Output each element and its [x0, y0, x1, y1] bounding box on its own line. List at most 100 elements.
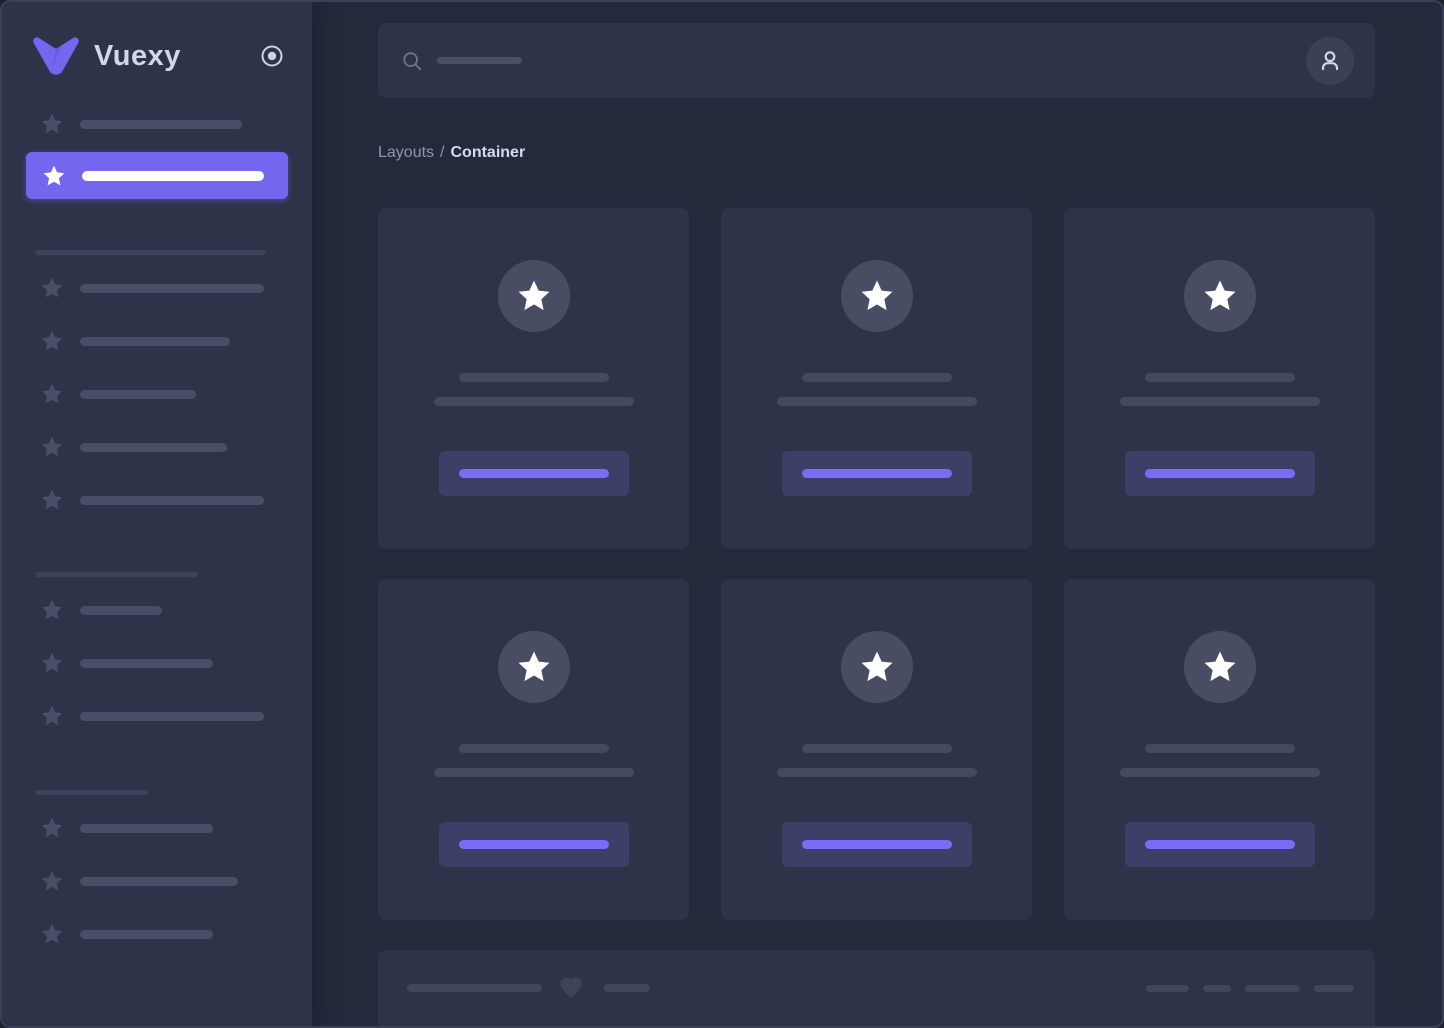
app-window: Vuexy Layouts / Container: [0, 0, 1444, 1028]
card-text-bar: [433, 397, 634, 406]
sidebar-item[interactable]: [40, 869, 288, 893]
star-icon: [40, 488, 64, 512]
card-button[interactable]: [438, 451, 629, 496]
card-text-bar: [1144, 744, 1295, 753]
card: [378, 579, 689, 920]
card-avatar: [1183, 260, 1256, 332]
sidebar-item-active[interactable]: [26, 152, 288, 199]
record-circle-icon[interactable]: [260, 44, 284, 68]
card-button-bar: [801, 840, 952, 849]
card-button[interactable]: [1124, 451, 1315, 496]
sidebar-item[interactable]: [40, 276, 288, 300]
sidebar-item-bar: [80, 929, 213, 939]
main-content: Layouts / Container: [312, 2, 1442, 1026]
sidebar-item[interactable]: [40, 382, 288, 406]
sidebar-item[interactable]: [40, 329, 288, 353]
card-text-bar: [1144, 373, 1295, 382]
star-icon: [40, 435, 64, 459]
footer-text-bar: [1245, 984, 1300, 992]
footer-card: [378, 950, 1375, 1026]
card-button[interactable]: [781, 822, 972, 867]
sidebar-item[interactable]: [40, 651, 288, 675]
sidebar-item[interactable]: [40, 598, 288, 622]
footer-text-bar: [407, 984, 542, 992]
sidebar-nav: [2, 76, 312, 946]
sidebar-section-label-bar: [35, 790, 148, 795]
footer-text-bar: [604, 984, 650, 992]
card-button-bar: [458, 469, 609, 478]
card-button-bar: [1144, 840, 1295, 849]
sidebar-item-bar: [80, 495, 264, 505]
search-placeholder-bar: [437, 57, 522, 64]
star-icon: [40, 598, 64, 622]
card-button-bar: [1144, 469, 1295, 478]
star-icon: [40, 922, 64, 946]
sidebar-item-bar: [80, 711, 264, 721]
breadcrumb-parent[interactable]: Layouts: [378, 144, 434, 161]
sidebar-item[interactable]: [40, 435, 288, 459]
card-grid: [378, 208, 1375, 920]
sidebar-item-bar: [80, 605, 162, 615]
card-text-bar: [801, 373, 952, 382]
star-icon: [40, 382, 64, 406]
card-button[interactable]: [438, 822, 629, 867]
sidebar-item-bar: [80, 876, 238, 886]
sidebar-item[interactable]: [40, 816, 288, 840]
breadcrumb-current: Container: [450, 144, 526, 161]
sidebar-item-bar: [80, 336, 230, 346]
person-icon: [1321, 50, 1339, 70]
footer-text-bar: [1146, 984, 1189, 992]
star-icon: [40, 329, 64, 353]
sidebar-section-label-bar: [35, 572, 198, 577]
card-text-bar: [433, 768, 634, 777]
heart-icon[interactable]: [558, 975, 584, 1001]
footer-left-group: [407, 975, 650, 1001]
sidebar-item[interactable]: [40, 112, 288, 136]
star-icon: [42, 164, 66, 188]
card-avatar: [497, 260, 570, 332]
card-avatar: [1183, 631, 1256, 703]
sidebar-item[interactable]: [40, 704, 288, 728]
sidebar-item-bar: [80, 658, 213, 668]
card-button[interactable]: [1124, 822, 1315, 867]
card-avatar: [840, 631, 913, 703]
star-icon: [40, 651, 64, 675]
card: [721, 579, 1032, 920]
sidebar-item-bar: [80, 389, 196, 399]
footer-text-bar: [1314, 984, 1354, 992]
sidebar-item-bar: [80, 119, 242, 129]
card-text-bar: [801, 744, 952, 753]
card-button[interactable]: [781, 451, 972, 496]
card-text-bar: [458, 744, 609, 753]
sidebar-item-bar: [80, 823, 213, 833]
breadcrumb: Layouts / Container: [378, 143, 1375, 163]
sidebar-item-bar: [82, 170, 264, 181]
user-avatar[interactable]: [1306, 36, 1354, 85]
card-text-bar: [1119, 397, 1320, 406]
star-icon: [40, 704, 64, 728]
card: [1064, 579, 1375, 920]
card-text-bar: [776, 768, 977, 777]
star-icon: [40, 816, 64, 840]
sidebar-item[interactable]: [40, 488, 288, 512]
card-text-bar: [1119, 768, 1320, 777]
card: [721, 208, 1032, 549]
card-button-bar: [458, 840, 609, 849]
star-icon: [40, 276, 64, 300]
search-icon: [401, 50, 423, 72]
sidebar-header: Vuexy: [2, 2, 312, 76]
sidebar-item-bar: [80, 283, 264, 293]
card-text-bar: [776, 397, 977, 406]
brand-title: Vuexy: [94, 39, 181, 72]
card-avatar: [497, 631, 570, 703]
card-button-bar: [801, 469, 952, 478]
search-bar[interactable]: [378, 23, 1375, 98]
sidebar-section-label-bar: [35, 250, 266, 255]
sidebar-item[interactable]: [40, 922, 288, 946]
card-text-bar: [458, 373, 609, 382]
sidebar-item-bar: [80, 442, 227, 452]
breadcrumb-separator: /: [440, 144, 445, 161]
star-icon: [40, 869, 64, 893]
sidebar: Vuexy: [2, 2, 312, 1026]
card: [378, 208, 689, 549]
